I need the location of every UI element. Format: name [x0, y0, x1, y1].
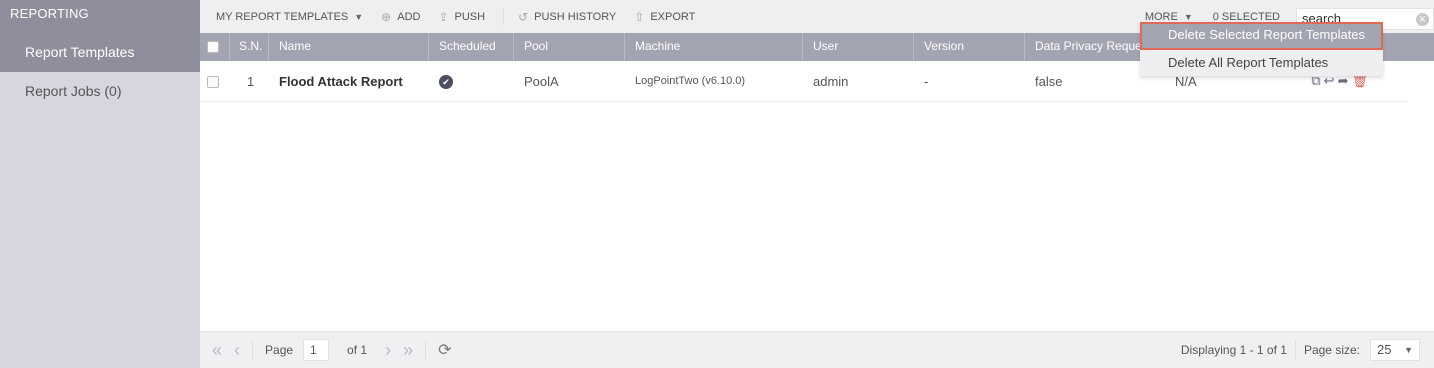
sidebar-item-report-templates[interactable]: Report Templates [0, 33, 200, 72]
header-machine[interactable]: Machine [625, 33, 803, 61]
page-input[interactable]: 1 [303, 339, 330, 361]
more-label: MORE [1144, 10, 1178, 23]
toolbar-divider [503, 8, 505, 25]
history-icon: ↺ [518, 9, 529, 24]
push-icon: ⇪ [438, 9, 449, 24]
page-size-select[interactable]: 25 ▼ [1370, 339, 1420, 361]
push-button[interactable]: ⇪ PUSH [438, 10, 485, 24]
displaying-text: Displaying 1 - 1 of 1 [1180, 343, 1287, 357]
row-select-cell [200, 74, 230, 89]
pagination-bar: « ‹ Page 1 of 1 › » ⟳ Displaying 1 - 1 o… [200, 331, 1434, 368]
selected-count: 0 SELECTED [1212, 10, 1280, 23]
page-label: Page [265, 343, 294, 357]
header-sn[interactable]: S.N. [230, 33, 269, 61]
footer-right: Displaying 1 - 1 of 1 Page size: 25 ▼ [1181, 332, 1420, 368]
add-button[interactable]: ⊕ ADD [381, 10, 420, 24]
check-icon: ✔ [439, 75, 453, 89]
delete-selected-option[interactable]: Delete Selected Report Templates [1140, 22, 1383, 50]
cell-scheduled: ✔ [429, 73, 514, 89]
prev-page-icon[interactable]: ‹ [234, 340, 240, 361]
select-all-cell [200, 33, 230, 61]
refresh-icon[interactable]: ⟳ [438, 340, 451, 360]
templates-menu-label: MY REPORT TEMPLATES [216, 10, 349, 23]
more-dropdown: Delete Selected Report Templates Delete … [1140, 22, 1383, 76]
add-label: ADD [397, 10, 421, 23]
last-page-icon[interactable]: » [403, 340, 413, 361]
header-user[interactable]: User [803, 33, 914, 61]
push-history-button[interactable]: ↺ PUSH HISTORY [518, 10, 616, 24]
page-of-label: of 1 [347, 343, 368, 357]
footer-divider [252, 341, 254, 359]
header-data-privacy[interactable]: Data Privacy Reques [1025, 33, 1143, 61]
push-label: PUSH [454, 10, 486, 23]
first-page-icon[interactable]: « [212, 340, 222, 361]
templates-menu[interactable]: MY REPORT TEMPLATES ▼ [216, 11, 363, 23]
sidebar-item-report-jobs[interactable]: Report Jobs (0) [0, 72, 200, 111]
footer-divider [425, 341, 427, 359]
more-menu[interactable]: MORE ▼ [1145, 11, 1193, 23]
cell-pool: PoolA [524, 73, 559, 89]
cell-user: admin [813, 73, 849, 89]
header-version[interactable]: Version [914, 33, 1025, 61]
footer-divider [1294, 341, 1296, 359]
export-icon: ⇧ [634, 9, 645, 24]
chevron-down-icon: ▼ [1183, 11, 1193, 22]
next-page-icon[interactable]: › [385, 340, 391, 361]
select-all-checkbox[interactable] [207, 40, 219, 53]
push-history-label: PUSH HISTORY [534, 10, 617, 23]
header-pool[interactable]: Pool [514, 33, 625, 61]
page-size-label: Page size: [1303, 343, 1360, 357]
sidebar-header: REPORTING [0, 0, 200, 33]
cell-version: - [924, 73, 929, 89]
export-label: EXPORT [650, 10, 696, 23]
export-button[interactable]: ⇧ EXPORT [634, 10, 695, 24]
header-name[interactable]: Name [269, 33, 429, 61]
chevron-down-icon: ▼ [1404, 345, 1413, 355]
sidebar: REPORTING Report Templates Report Jobs (… [0, 0, 200, 368]
chevron-down-icon: ▼ [354, 11, 364, 22]
delete-all-option[interactable]: Delete All Report Templates [1140, 50, 1383, 76]
cell-machine: LogPointTwo (v6.10.0) [635, 75, 746, 87]
add-icon: ⊕ [381, 9, 392, 24]
clear-icon[interactable]: ✕ [1416, 12, 1429, 26]
row-checkbox[interactable] [207, 76, 219, 89]
page-size-value: 25 [1377, 342, 1392, 357]
cell-name: Flood Attack Report [279, 73, 403, 89]
cell-sn: 1 [247, 73, 255, 89]
main-panel: MY REPORT TEMPLATES ▼ ⊕ ADD ⇪ PUSH ↺ PUS… [200, 0, 1434, 368]
header-scheduled[interactable]: Scheduled [429, 33, 514, 61]
